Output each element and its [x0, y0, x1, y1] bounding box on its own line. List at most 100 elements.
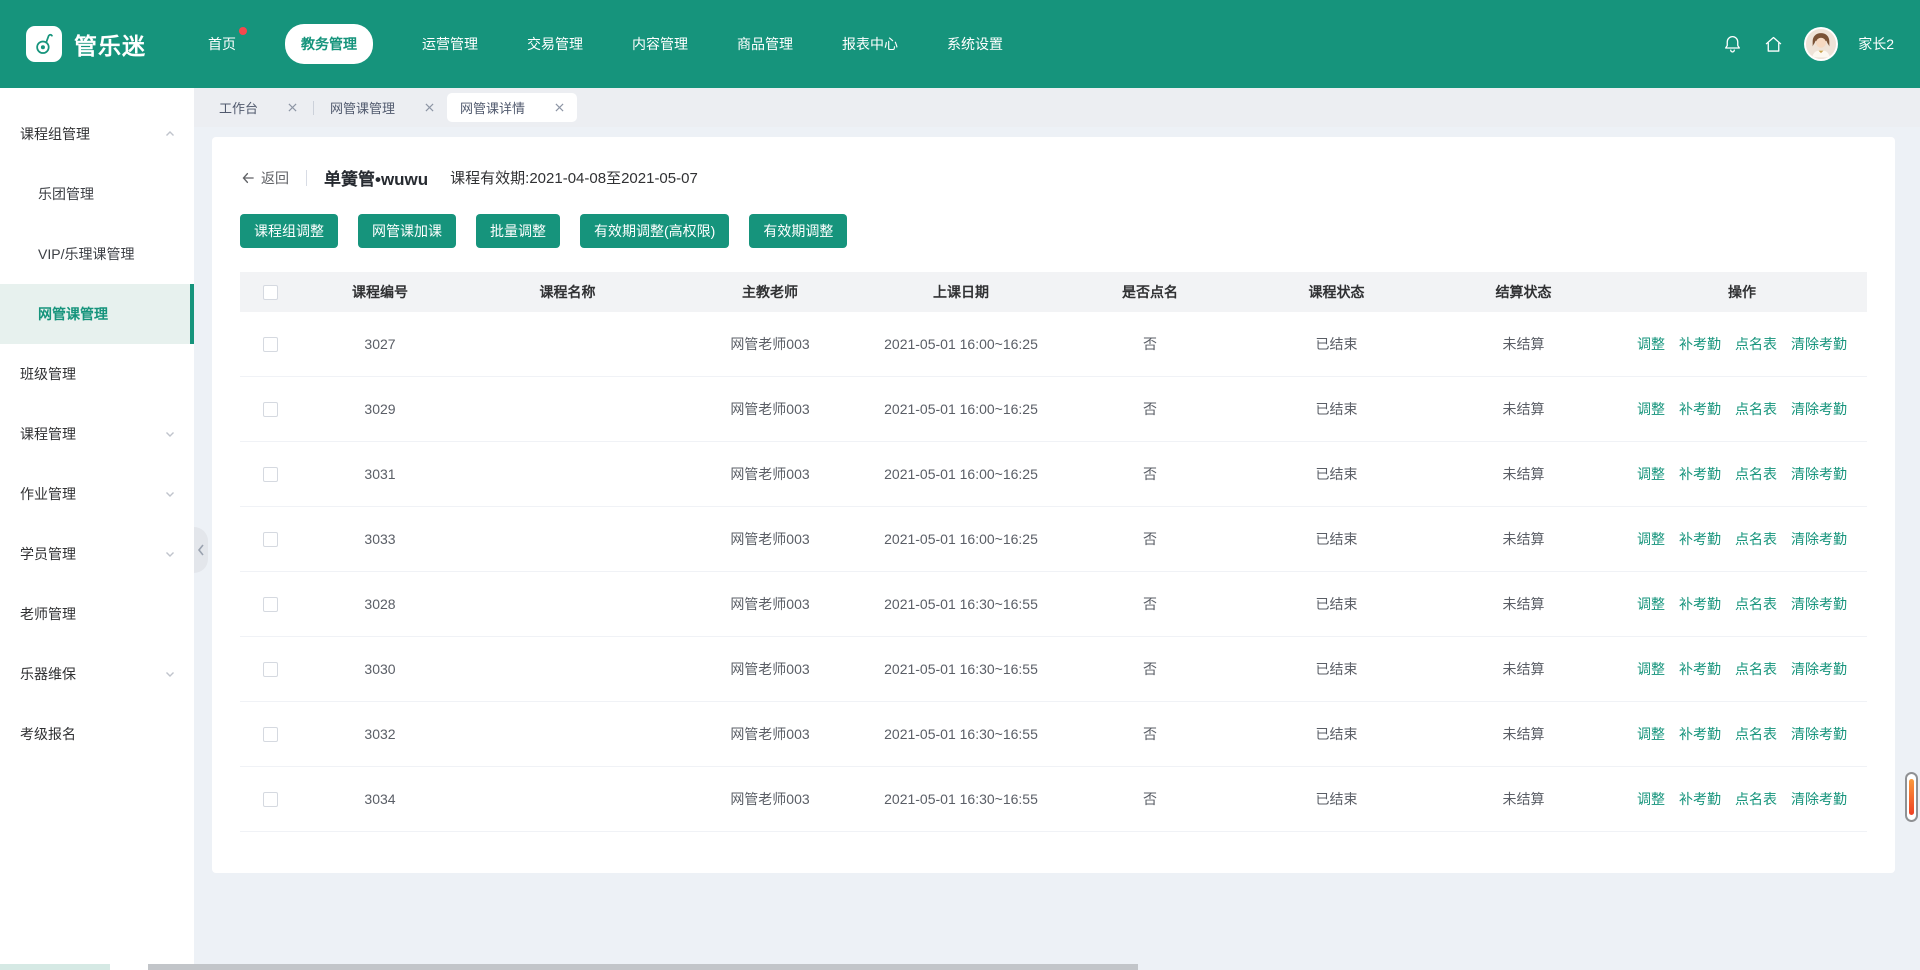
- close-icon[interactable]: [555, 103, 564, 112]
- action-clear-attendance[interactable]: 清除考勤: [1791, 594, 1847, 614]
- tab-workbench[interactable]: 工作台: [206, 93, 310, 122]
- action-rollcall-sheet[interactable]: 点名表: [1735, 464, 1777, 484]
- row-checkbox[interactable]: [263, 597, 278, 612]
- action-clear-attendance[interactable]: 清除考勤: [1791, 529, 1847, 549]
- tab-online-course-detail[interactable]: 网管课详情: [447, 93, 577, 122]
- cell-status: 已结束: [1243, 724, 1430, 744]
- sidebar-item-course-group-mgmt[interactable]: 课程组管理: [0, 104, 194, 164]
- cell-teacher: 网管老师003: [675, 399, 865, 419]
- row-checkbox[interactable]: [263, 467, 278, 482]
- action-rollcall-sheet[interactable]: 点名表: [1735, 659, 1777, 679]
- action-rollcall-sheet[interactable]: 点名表: [1735, 789, 1777, 809]
- action-rollcall-sheet[interactable]: 点名表: [1735, 399, 1777, 419]
- row-checkbox[interactable]: [263, 337, 278, 352]
- sidebar-item-instrument-maintenance[interactable]: 乐器维保: [0, 644, 194, 704]
- action-rollcall-sheet[interactable]: 点名表: [1735, 529, 1777, 549]
- sidebar-item-course-mgmt[interactable]: 课程管理: [0, 404, 194, 464]
- brand-logo[interactable]: [26, 26, 62, 62]
- batch-adjust-button[interactable]: 批量调整: [476, 214, 560, 248]
- back-button[interactable]: 返回: [240, 168, 289, 188]
- horizontal-scrollbar-track-start: [0, 964, 110, 970]
- nav-item-content[interactable]: 内容管理: [632, 34, 688, 54]
- nav-item-operations[interactable]: 运营管理: [422, 34, 478, 54]
- action-makeup-attendance[interactable]: 补考勤: [1679, 594, 1721, 614]
- nav-item-transactions[interactable]: 交易管理: [527, 34, 583, 54]
- username[interactable]: 家长2: [1858, 34, 1894, 54]
- action-clear-attendance[interactable]: 清除考勤: [1791, 659, 1847, 679]
- sidebar-collapse-handle[interactable]: [194, 527, 208, 573]
- action-rollcall-sheet[interactable]: 点名表: [1735, 334, 1777, 354]
- sidebar-item-exam-registration[interactable]: 考级报名: [0, 704, 194, 764]
- cell-date: 2021-05-01 16:00~16:25: [865, 466, 1057, 482]
- sidebar-item-student-mgmt[interactable]: 学员管理: [0, 524, 194, 584]
- close-icon[interactable]: [288, 103, 297, 112]
- action-adjust[interactable]: 调整: [1637, 334, 1665, 354]
- action-adjust[interactable]: 调整: [1637, 594, 1665, 614]
- table-header: 课程编号 课程名称 主教老师 上课日期 是否点名 课程状态 结算状态 操作: [240, 272, 1867, 312]
- nav-item-academic[interactable]: 教务管理: [285, 24, 373, 64]
- nav-item-home[interactable]: 首页: [208, 34, 236, 54]
- action-adjust[interactable]: 调整: [1637, 789, 1665, 809]
- adjust-course-group-button[interactable]: 课程组调整: [240, 214, 338, 248]
- col-rollcall: 是否点名: [1057, 282, 1243, 302]
- action-clear-attendance[interactable]: 清除考勤: [1791, 464, 1847, 484]
- action-makeup-attendance[interactable]: 补考勤: [1679, 529, 1721, 549]
- action-clear-attendance[interactable]: 清除考勤: [1791, 789, 1847, 809]
- action-adjust[interactable]: 调整: [1637, 659, 1665, 679]
- row-checkbox[interactable]: [263, 662, 278, 677]
- cell-teacher: 网管老师003: [675, 464, 865, 484]
- action-makeup-attendance[interactable]: 补考勤: [1679, 659, 1721, 679]
- action-makeup-attendance[interactable]: 补考勤: [1679, 399, 1721, 419]
- validity-adjust-button[interactable]: 有效期调整: [749, 214, 847, 248]
- navbar-right: 家长2: [1722, 27, 1894, 61]
- col-course-name: 课程名称: [460, 282, 675, 302]
- horizontal-scrollbar-thumb[interactable]: [148, 964, 1138, 970]
- tab-online-course-mgmt[interactable]: 网管课管理: [317, 93, 447, 122]
- cell-teacher: 网管老师003: [675, 659, 865, 679]
- validity-adjust-privileged-button[interactable]: 有效期调整(高权限): [580, 214, 729, 248]
- action-makeup-attendance[interactable]: 补考勤: [1679, 789, 1721, 809]
- row-checkbox[interactable]: [263, 402, 278, 417]
- cell-status: 已结束: [1243, 594, 1430, 614]
- close-icon[interactable]: [425, 103, 434, 112]
- sidebar-item-vip-theory-mgmt[interactable]: VIP/乐理课管理: [0, 224, 194, 284]
- row-checkbox[interactable]: [263, 532, 278, 547]
- sidebar-item-class-mgmt[interactable]: 班级管理: [0, 344, 194, 404]
- table-row: 3033 网管老师003 2021-05-01 16:00~16:25 否 已结…: [240, 507, 1867, 572]
- row-checkbox[interactable]: [263, 727, 278, 742]
- cell-teacher: 网管老师003: [675, 789, 865, 809]
- nav-item-products[interactable]: 商品管理: [737, 34, 793, 54]
- horizontal-scrollbar[interactable]: [0, 964, 1920, 970]
- action-makeup-attendance[interactable]: 补考勤: [1679, 724, 1721, 744]
- sidebar-item-homework-mgmt[interactable]: 作业管理: [0, 464, 194, 524]
- col-date: 上课日期: [865, 282, 1057, 302]
- cell-course-id: 3030: [300, 661, 460, 677]
- select-all-checkbox[interactable]: [263, 285, 278, 300]
- action-adjust[interactable]: 调整: [1637, 399, 1665, 419]
- action-rollcall-sheet[interactable]: 点名表: [1735, 724, 1777, 744]
- vertical-scrollbar-thumb[interactable]: [1905, 772, 1918, 822]
- cell-date: 2021-05-01 16:30~16:55: [865, 596, 1057, 612]
- nav-item-settings[interactable]: 系统设置: [947, 34, 1003, 54]
- chevron-left-icon: [197, 544, 205, 556]
- action-adjust[interactable]: 调整: [1637, 529, 1665, 549]
- home-icon[interactable]: [1763, 34, 1784, 55]
- action-adjust[interactable]: 调整: [1637, 464, 1665, 484]
- row-checkbox[interactable]: [263, 792, 278, 807]
- sidebar-item-teacher-mgmt[interactable]: 老师管理: [0, 584, 194, 644]
- action-adjust[interactable]: 调整: [1637, 724, 1665, 744]
- sidebar-item-orchestra-mgmt[interactable]: 乐团管理: [0, 164, 194, 224]
- bell-icon[interactable]: [1722, 33, 1743, 56]
- sidebar-item-online-course-mgmt[interactable]: 网管课管理: [0, 284, 194, 344]
- action-clear-attendance[interactable]: 清除考勤: [1791, 334, 1847, 354]
- nav-item-reports[interactable]: 报表中心: [842, 34, 898, 54]
- add-online-lesson-button[interactable]: 网管课加课: [358, 214, 456, 248]
- action-clear-attendance[interactable]: 清除考勤: [1791, 724, 1847, 744]
- action-makeup-attendance[interactable]: 补考勤: [1679, 334, 1721, 354]
- action-clear-attendance[interactable]: 清除考勤: [1791, 399, 1847, 419]
- action-rollcall-sheet[interactable]: 点名表: [1735, 594, 1777, 614]
- cell-course-id: 3029: [300, 401, 460, 417]
- cell-course-id: 3033: [300, 531, 460, 547]
- action-makeup-attendance[interactable]: 补考勤: [1679, 464, 1721, 484]
- avatar[interactable]: [1804, 27, 1838, 61]
